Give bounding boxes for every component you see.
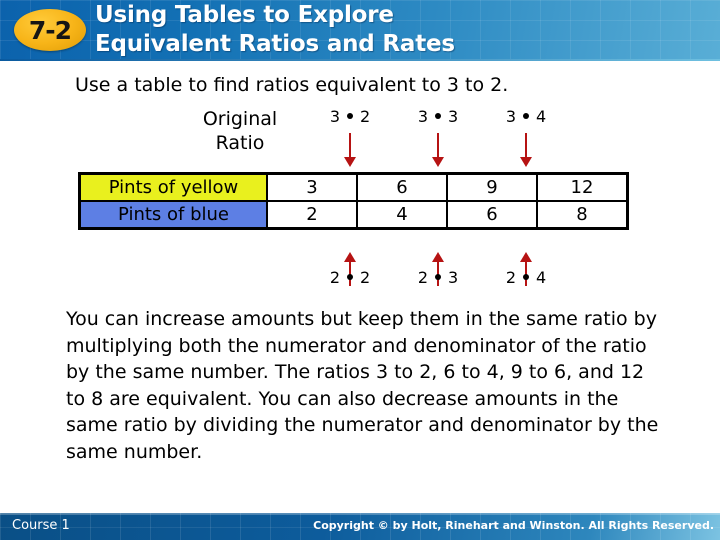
arrow-shaft — [349, 133, 351, 159]
original-ratio-label: Original Ratio — [185, 107, 295, 155]
equivalent-ratios-table: Pints of yellow 3 6 9 12 Pints of blue 2… — [78, 172, 629, 230]
row-label-blue: Pints of blue — [78, 200, 268, 230]
arrow-shaft — [525, 133, 527, 159]
cell-yellow-3: 9 — [446, 172, 538, 202]
multiply-dot-icon — [523, 113, 529, 119]
page-title-line-2: Equivalent Ratios and Rates — [95, 31, 455, 57]
arrow-head — [432, 252, 444, 262]
arrow-down-icon-3 — [519, 133, 533, 167]
arrow-head — [344, 157, 356, 167]
multiplier-top-1-left: 3 — [329, 107, 340, 126]
multiply-dot-icon — [523, 274, 529, 280]
multiplier-bottom-1-left: 2 — [329, 268, 340, 287]
arrow-down-icon-1 — [343, 133, 357, 167]
cell-yellow-4: 12 — [536, 172, 629, 202]
row-label-yellow: Pints of yellow — [78, 172, 268, 202]
cell-yellow-1: 3 — [266, 172, 358, 202]
multiplier-top-3: 34 — [471, 107, 581, 126]
page-title-line-1: Using Tables to Explore — [95, 2, 394, 28]
multiplier-top-3-right: 4 — [536, 107, 547, 126]
arrow-head — [432, 157, 444, 167]
multiplier-bottom-1-right: 2 — [360, 268, 371, 287]
arrow-down-icon-2 — [431, 133, 445, 167]
cell-blue-3: 6 — [446, 200, 538, 230]
multiplier-bottom-2-right: 3 — [448, 268, 459, 287]
footer-top-edge — [0, 513, 720, 515]
lesson-number-badge: 7-2 — [14, 9, 86, 51]
header-bottom-edge — [0, 59, 720, 61]
arrow-head — [520, 252, 532, 262]
multiplier-top-2-left: 3 — [417, 107, 428, 126]
arrow-head — [520, 157, 532, 167]
page-title: Using Tables to Explore Equivalent Ratio… — [95, 1, 710, 59]
cell-blue-2: 4 — [356, 200, 448, 230]
course-label: Course 1 — [12, 518, 70, 533]
arrow-head — [344, 252, 356, 262]
multiplier-bottom-3-left: 2 — [505, 268, 516, 287]
multiplier-top-3-left: 3 — [505, 107, 516, 126]
multiplier-top-1-right: 2 — [360, 107, 371, 126]
table-row: Pints of blue 2 4 6 8 — [78, 200, 629, 230]
arrow-shaft — [437, 133, 439, 159]
slide-footer: Course 1 Copyright © by Holt, Rinehart a… — [0, 513, 720, 540]
slide-header: 7-2 Using Tables to Explore Equivalent R… — [0, 0, 720, 61]
multiply-dot-icon — [435, 113, 441, 119]
multiplier-bottom-3: 24 — [471, 268, 581, 287]
intro-text: Use a table to find ratios equivalent to… — [75, 74, 509, 96]
original-ratio-label-line-2: Ratio — [215, 132, 265, 154]
copyright-label: Copyright © by Holt, Rinehart and Winsto… — [313, 519, 714, 532]
table-row: Pints of yellow 3 6 9 12 — [78, 172, 629, 202]
body-paragraph: You can increase amounts but keep them i… — [66, 308, 659, 463]
multiplier-bottom-2-left: 2 — [417, 268, 428, 287]
cell-yellow-2: 6 — [356, 172, 448, 202]
cell-blue-4: 8 — [536, 200, 629, 230]
multiply-dot-icon — [435, 274, 441, 280]
lesson-number-label: 7-2 — [28, 15, 72, 45]
multiplier-top-2-right: 3 — [448, 107, 459, 126]
multiplier-bottom-3-right: 4 — [536, 268, 547, 287]
original-ratio-label-line-1: Original — [202, 108, 278, 130]
multiply-dot-icon — [347, 274, 353, 280]
cell-blue-1: 2 — [266, 200, 358, 230]
multiply-dot-icon — [347, 113, 353, 119]
